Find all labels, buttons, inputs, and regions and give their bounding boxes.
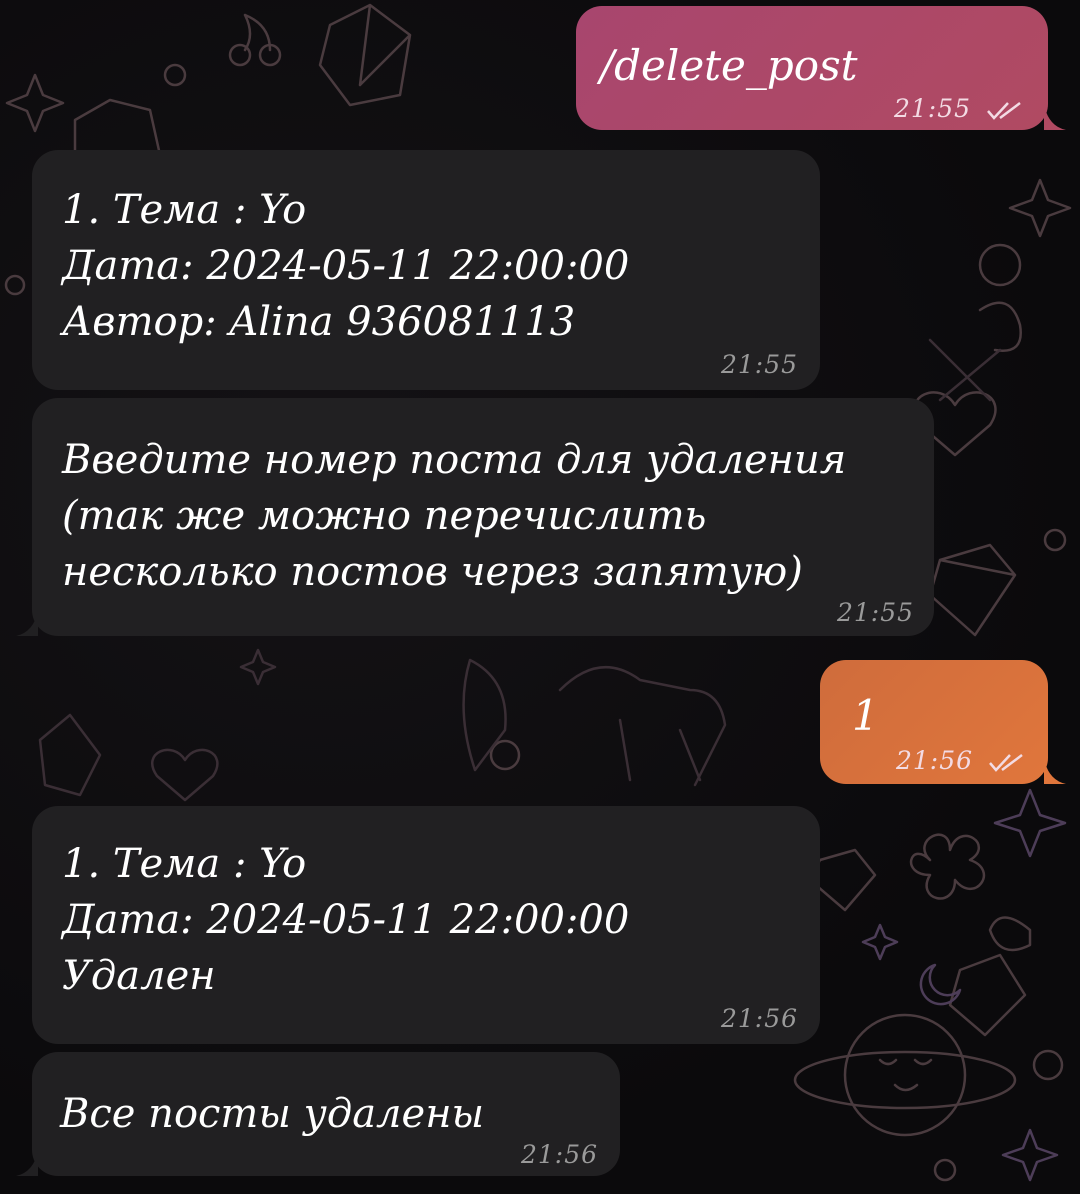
unicorn-doodle xyxy=(558,665,727,787)
circle-doodle xyxy=(1032,1049,1064,1081)
message-text: Введите номер поста для удаления (так же… xyxy=(62,437,847,595)
message-text: 1 xyxy=(852,691,879,740)
gem-doodle xyxy=(928,543,1017,637)
swirl-doodle xyxy=(978,301,1022,352)
shell-doodle xyxy=(988,916,1032,952)
moon-doodle xyxy=(919,963,962,1006)
chat-view: /delete_post 21:55 1. Тема : Yo Дата: 20… xyxy=(0,0,1080,1194)
line-doodle xyxy=(928,338,1002,402)
message-bubble-incoming[interactable]: 1. Тема : Yo Дата: 2024-05-11 22:00:00 У… xyxy=(32,806,820,1044)
message-time: 21:56 xyxy=(720,1004,798,1033)
planet-ring-doodle xyxy=(793,1050,1017,1110)
circle-doodle xyxy=(163,63,187,87)
message-time: 21:56 xyxy=(896,746,974,775)
crystal-doodle xyxy=(38,713,102,797)
gem-doodle xyxy=(948,953,1027,1037)
star-doodle xyxy=(5,73,65,133)
double-check-icon xyxy=(987,101,1021,120)
message-text: Все посты удалены xyxy=(60,1091,485,1137)
crystal-doodle xyxy=(318,3,412,107)
message-time: 21:55 xyxy=(894,94,972,123)
heart-doodle xyxy=(151,748,219,802)
circle-doodle xyxy=(933,1158,957,1182)
message-bubble-outgoing[interactable]: /delete_post 21:55 xyxy=(576,6,1066,130)
message-bubble-outgoing[interactable]: 1 21:56 xyxy=(820,660,1066,784)
planet-doodle xyxy=(843,1013,967,1137)
star-doodle xyxy=(1008,178,1072,238)
circle-doodle xyxy=(978,243,1022,287)
circle-doodle xyxy=(4,274,26,296)
circle-doodle xyxy=(1043,528,1067,552)
message-text: 1. Тема : Yo Дата: 2024-05-11 22:00:00 У… xyxy=(62,841,630,999)
star-doodle xyxy=(861,923,899,961)
message-meta: 21:55 xyxy=(894,94,1022,123)
quill-doodle xyxy=(462,658,507,772)
star-doodle xyxy=(1001,1128,1059,1182)
star-doodle xyxy=(239,648,277,686)
message-time: 21:55 xyxy=(720,350,798,379)
message-meta: 21:56 xyxy=(896,746,1024,775)
star-doodle xyxy=(993,788,1067,858)
message-bubble-incoming[interactable]: Все посты удалены 21:56 xyxy=(16,1052,620,1176)
message-text: /delete_post xyxy=(600,41,858,90)
message-text: 1. Тема : Yo Дата: 2024-05-11 22:00:00 А… xyxy=(62,187,630,345)
double-check-icon xyxy=(989,753,1023,772)
message-time: 21:56 xyxy=(520,1140,598,1169)
message-bubble-incoming[interactable]: 1. Тема : Yo Дата: 2024-05-11 22:00:00 А… xyxy=(32,150,820,390)
circle-doodle xyxy=(489,739,521,771)
message-time: 21:55 xyxy=(836,598,914,627)
flower-doodle xyxy=(910,833,986,900)
message-bubble-incoming[interactable]: Введите номер поста для удаления (так же… xyxy=(16,398,934,636)
